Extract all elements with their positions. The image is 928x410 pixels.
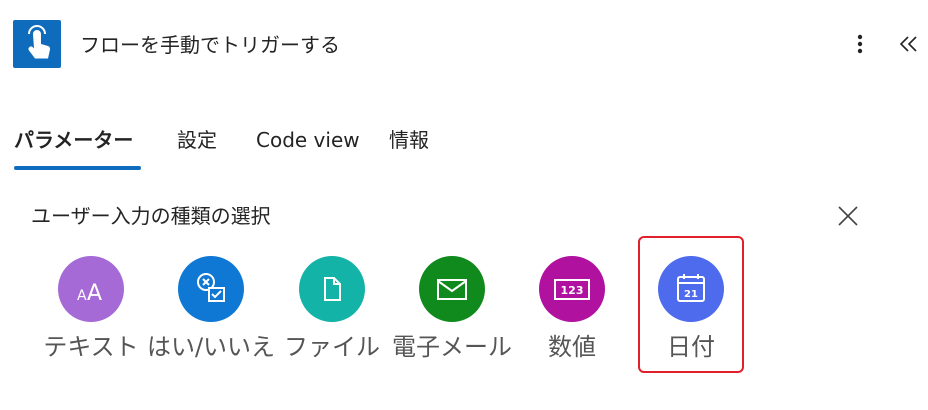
tab-code-view[interactable]: Code view bbox=[256, 126, 360, 154]
email-icon bbox=[419, 256, 485, 322]
more-options-icon[interactable] bbox=[846, 28, 874, 60]
tab-about[interactable]: 情報 bbox=[389, 126, 429, 154]
trigger-title: フローを手動でトリガーする bbox=[80, 33, 340, 57]
collapse-panel-icon[interactable] bbox=[895, 28, 923, 60]
svg-text:123: 123 bbox=[561, 284, 584, 297]
highlight-frame bbox=[638, 236, 744, 373]
input-type-text-option[interactable]: A A テキスト bbox=[31, 250, 151, 400]
yes-no-icon bbox=[178, 256, 244, 322]
option-label: 電子メール bbox=[392, 333, 512, 361]
text-icon: A A bbox=[58, 256, 124, 322]
file-icon bbox=[299, 256, 365, 322]
tab-parameters[interactable]: パラメーター bbox=[14, 126, 133, 154]
svg-text:A: A bbox=[87, 281, 102, 306]
tab-settings[interactable]: 設定 bbox=[177, 126, 217, 154]
option-label: はい/いいえ bbox=[146, 333, 276, 361]
option-label: ファイル bbox=[284, 333, 380, 361]
input-type-file-option[interactable]: ファイル bbox=[272, 250, 392, 400]
active-tab-indicator bbox=[14, 166, 141, 170]
input-type-picker-title: ユーザー入力の種類の選択 bbox=[31, 204, 271, 228]
option-label: テキスト bbox=[43, 333, 139, 361]
number-icon: 123 bbox=[539, 256, 605, 322]
trigger-header: フローを手動でトリガーする bbox=[0, 0, 928, 90]
input-type-yes-no-option[interactable]: はい/いいえ bbox=[147, 250, 275, 400]
input-type-email-option[interactable]: 電子メール bbox=[392, 250, 512, 400]
close-icon[interactable] bbox=[834, 202, 862, 230]
touch-hand-icon bbox=[13, 20, 61, 68]
tab-bar: パラメーター 設定 Code view 情報 bbox=[0, 118, 928, 174]
input-type-number-option[interactable]: 123 数値 bbox=[512, 250, 632, 400]
svg-text:A: A bbox=[77, 288, 87, 304]
